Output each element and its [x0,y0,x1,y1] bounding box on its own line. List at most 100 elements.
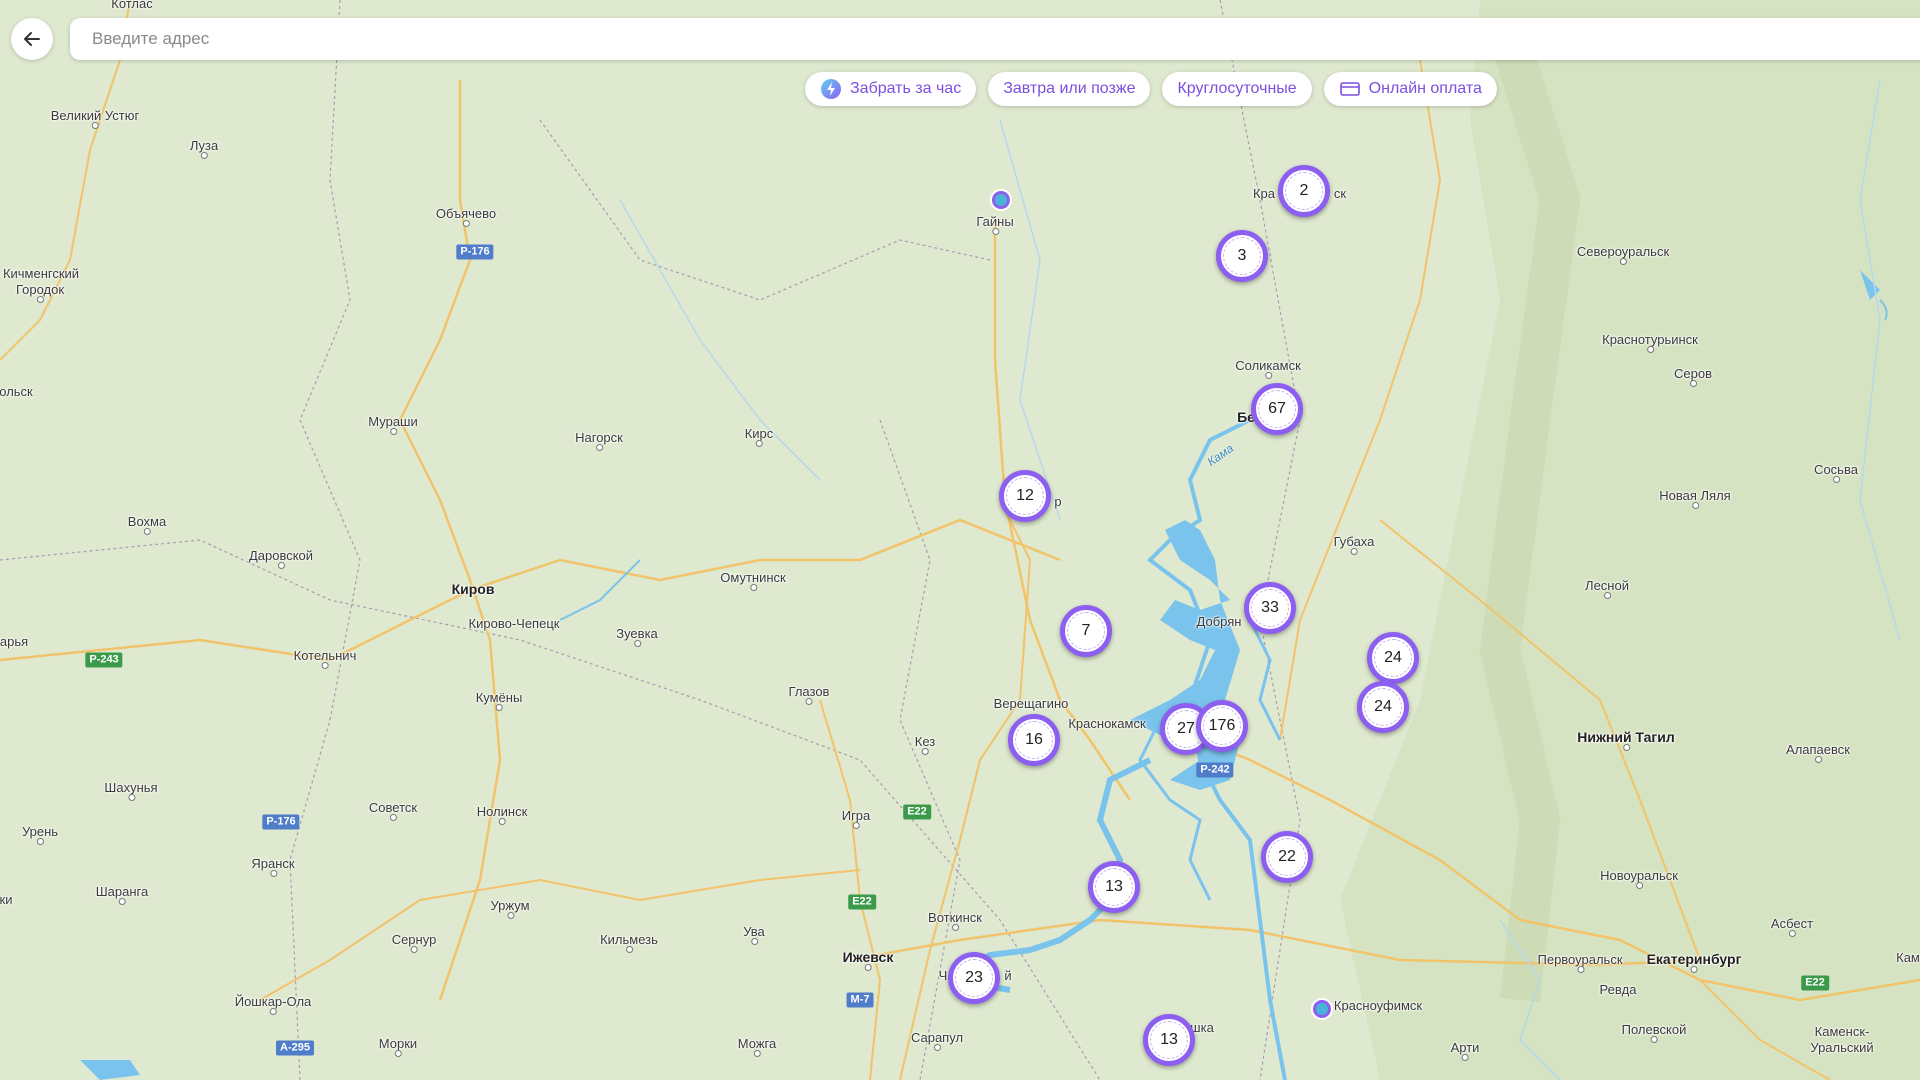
place-krasnoturinsk: Краснотурьинск [1602,333,1698,353]
place-sosva: Сосьва [1814,463,1858,483]
road [819,699,882,1080]
place-yaransk: Яранск [251,857,295,877]
place-serov: Серов [1674,367,1712,387]
place-kumeny: Кумёны [476,691,522,711]
place-sharanga: Шаранга [96,885,148,905]
filter-chips: Забрать за час Завтра или позже Круглосу… [805,72,1497,106]
place-novouralsk: Новоуральск [1600,869,1678,889]
filter-label: Онлайн оплата [1368,80,1482,97]
lightning-icon [820,78,842,100]
place-asbest: Асбест [1771,917,1813,937]
place-murashi: Мураши [368,415,418,435]
place-ch: Ч [938,968,948,983]
place-gayny: Гайны [976,215,1014,235]
place-kamensk: Каменск- [1814,1024,1870,1039]
road-shield-m7: М-7 [846,992,874,1008]
pickup-cluster[interactable]: 67 [1251,383,1303,435]
place-novaya-lyalya: Новая Ляля [1659,489,1731,509]
place-nagorsk: Нагорск [575,431,623,451]
pickup-cluster[interactable]: 16 [1008,714,1060,766]
place-severouralsk: Североуральск [1577,245,1669,265]
back-button[interactable] [11,18,53,60]
place-alapaevsk: Алапаевск [1786,743,1850,763]
place-luza: Луза [190,139,218,159]
pickup-cluster[interactable]: 3 [1216,230,1268,282]
ural-hills [1340,0,1920,1080]
place-sernur: Сернур [392,933,436,953]
lake [80,1060,140,1080]
place-krasnokamsk: Краснокамск [1068,716,1146,731]
place-arya: арья [0,634,29,649]
pickup-cluster[interactable]: 7 [1060,605,1112,657]
place-dobryan: Добрян [1196,614,1242,629]
pickup-cluster[interactable]: 176 [1196,700,1248,752]
pickup-cluster[interactable]: 24 [1357,681,1409,733]
place-igra: Игра [842,809,870,829]
place-glazov: Глазов [789,685,829,705]
pickup-cluster[interactable]: 23 [948,952,1000,1004]
pickup-cluster[interactable]: 22 [1261,831,1313,883]
pickup-cluster[interactable]: 24 [1367,632,1419,684]
place-nolinsk: Нолинск [477,805,527,825]
filter-online-payment[interactable]: Онлайн оплата [1323,72,1497,106]
place-pervouralsk: Первоуральск [1537,953,1623,973]
place-omutninsk: Омутнинск [720,571,786,591]
address-search-bar[interactable] [70,18,1920,60]
place-revda: Ревда [1599,982,1637,997]
place-obyachevo: Объячево [436,207,496,227]
place-kez: Кез [915,735,935,755]
river [999,119,1061,521]
map-canvas[interactable]: Котлас Великий Устюг Луза Объячево Кичме… [0,0,1920,1080]
road-shield-r176: Р-176 [456,244,494,260]
place-ekaterinburg: Екатеринбург [1647,952,1741,973]
place-lesnoy: Лесной [1585,579,1629,599]
place-kirov: Киров [451,581,495,597]
address-search-input[interactable] [90,28,1694,50]
place-morki: Морки [379,1037,417,1057]
place-nizhny-tagil: Нижний Тагил [1577,730,1675,751]
arrow-left-icon [24,32,40,46]
filter-tomorrow-or-later[interactable]: Завтра или позже [988,72,1151,106]
pickup-point-pin[interactable] [992,191,1010,209]
place-r: р [1054,494,1062,509]
place-mozhga: Можга [738,1037,776,1057]
road-shield-a295: А-295 [276,1040,314,1056]
place-kotlas: Котлас [111,0,153,11]
pickup-point-pin[interactable] [1313,1000,1331,1018]
place-kirovo-chepetsk: Кирово-Чепецк [468,616,560,631]
pickup-cluster[interactable]: 33 [1244,582,1296,634]
road [259,869,861,1001]
road-shield-r243: Р-243 [85,652,123,668]
place-sarapul: Сарапул [911,1031,963,1051]
place-olsk: ольск [0,384,33,399]
river [619,199,821,481]
place-solikamsk: Соликамск [1235,359,1301,379]
place-y: й [1004,968,1012,983]
pickup-cluster[interactable]: 12 [999,470,1051,522]
region-border [289,0,361,1080]
pickup-cluster[interactable]: 13 [1143,1014,1195,1066]
place-kam: Кам [1896,950,1920,965]
filter-24-hours[interactable]: Круглосуточные [1162,72,1312,106]
place-kra: Кра [1252,186,1276,201]
place-darovskoy: Даровской [249,549,313,569]
road-shield-e22: E22 [1801,975,1829,991]
place-yoshkar-ola: Йошкар-Ола [235,995,311,1015]
place-uralsky: Уральский [1810,1040,1874,1055]
place-gubakha: Губаха [1334,535,1374,555]
filter-pickup-in-hour[interactable]: Забрать за час [805,72,977,106]
place-kilmez: Кильмезь [600,933,658,953]
road [0,518,1061,662]
place-arti: Арти [1451,1041,1479,1061]
pickup-cluster[interactable]: 2 [1278,165,1330,217]
place-urzhum: Уржум [490,899,530,919]
filter-label: Круглосуточные [1177,80,1297,97]
place-polevskoy: Полевской [1622,1023,1686,1043]
pickup-cluster[interactable]: 13 [1088,861,1140,913]
place-gorodok: Городок [16,283,64,303]
place-ki: ки [0,892,13,907]
place-vokhma: Вохма [128,515,166,535]
card-icon [1339,81,1361,97]
region-border [539,119,991,301]
place-kichmengsky: Кичменгский [2,266,80,281]
